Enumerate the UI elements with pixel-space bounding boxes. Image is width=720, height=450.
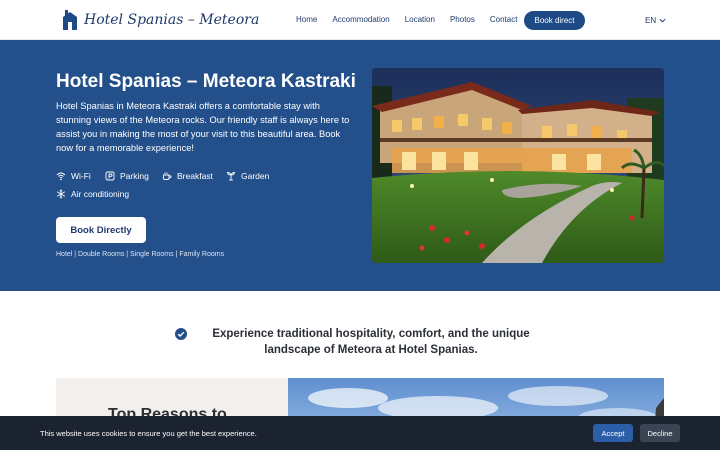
book-direct-button[interactable]: Book direct: [524, 11, 585, 30]
amenity-wifi: Wi-Fi: [56, 171, 91, 181]
coffee-icon: [163, 172, 172, 180]
amenity-garden: Garden: [226, 171, 269, 181]
amenity-label: Air conditioning: [71, 189, 130, 199]
accept-cookies-button[interactable]: Accept: [593, 424, 633, 442]
hero-section: Hotel Spanias – Meteora Kastraki Hotel S…: [0, 40, 720, 291]
hotel-photo: [372, 68, 664, 263]
amenity-label: Breakfast: [177, 171, 213, 181]
check-circle-icon: [175, 328, 187, 340]
amenity-label: Parking: [120, 171, 149, 181]
chevron-down-icon: [659, 18, 666, 23]
nav-link-accommodation[interactable]: Accommodation: [332, 11, 389, 29]
language-label: EN: [645, 16, 657, 25]
decline-cookies-button[interactable]: Decline: [640, 424, 680, 442]
hero-title: Hotel Spanias – Meteora Kastraki: [56, 71, 356, 92]
nav-link-photos[interactable]: Photos: [450, 11, 475, 29]
parking-icon: [105, 171, 115, 181]
nav-link-contact[interactable]: Contact: [490, 11, 518, 29]
hotel-photo-illustration: [372, 68, 664, 263]
book-directly-button[interactable]: Book Directly: [56, 217, 146, 243]
site-logo[interactable]: Hotel Spanias – Meteora: [62, 10, 259, 30]
nav-link-home[interactable]: Home: [296, 11, 317, 29]
cookie-banner: This website uses cookies to ensure you …: [0, 416, 720, 450]
garden-icon: [226, 172, 236, 181]
nav-link-location[interactable]: Location: [405, 11, 435, 29]
amenity-label: Wi-Fi: [71, 171, 91, 181]
wifi-icon: [56, 172, 66, 181]
amenity-breakfast: Breakfast: [162, 171, 213, 181]
nav-links: Home Accommodation Location Photos Conta…: [296, 11, 532, 29]
amenity-parking: Parking: [105, 171, 149, 181]
amenity-label: Garden: [241, 171, 270, 181]
logo-text: Hotel Spanias – Meteora: [84, 12, 260, 28]
language-selector[interactable]: EN: [645, 16, 666, 25]
room-types: Hotel | Double Rooms | Single Rooms | Fa…: [56, 251, 225, 258]
section-tagline: Experience traditional hospitality, comf…: [212, 328, 530, 356]
top-navbar: Hotel Spanias – Meteora Home Accommodati…: [0, 0, 720, 40]
amenity-air-conditioning: Air conditioning: [56, 189, 129, 199]
monastery-logo-icon: [63, 10, 77, 30]
snowflake-icon: [56, 189, 66, 199]
cookie-message: This website uses cookies to ensure you …: [40, 429, 257, 438]
hero-description: Hotel Spanias in Meteora Kastraki offers…: [56, 101, 350, 153]
